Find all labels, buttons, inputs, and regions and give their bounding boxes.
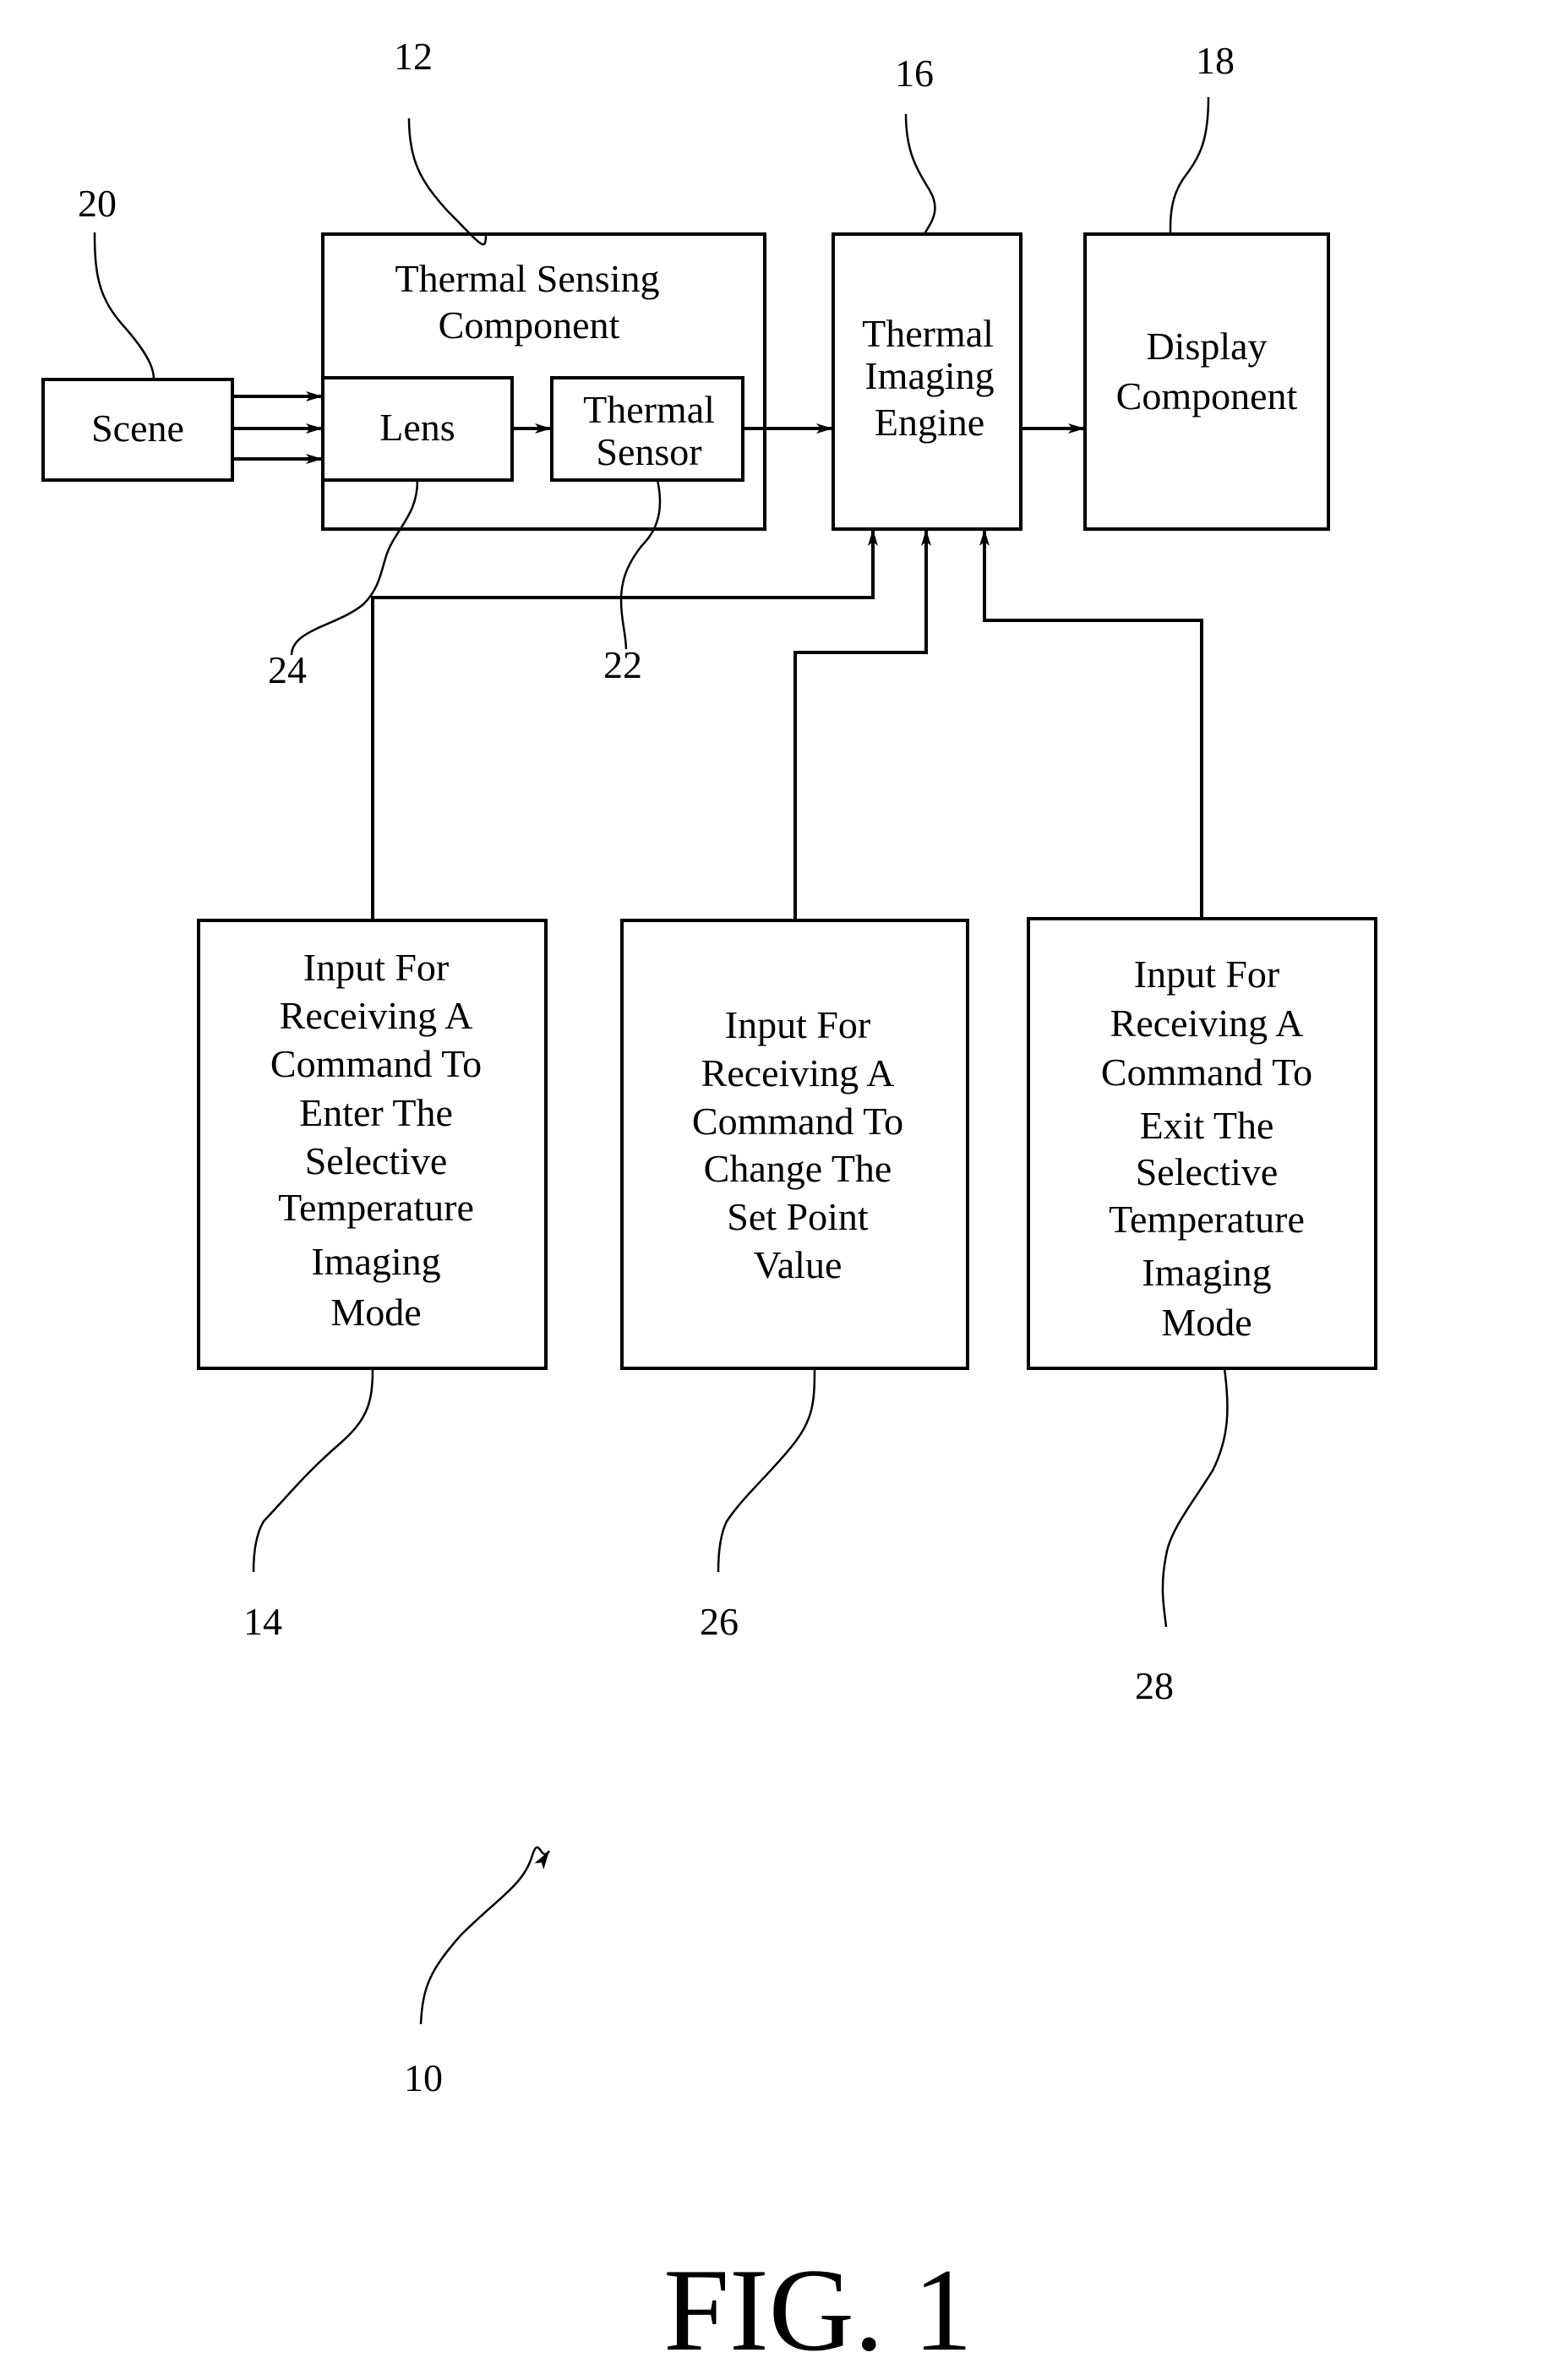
ref-16: 16 bbox=[895, 52, 934, 95]
thermal-sensor-label-line1: Thermal bbox=[583, 388, 715, 431]
input-enter-mode-block: Input For Receiving A Command To Enter T… bbox=[197, 919, 548, 1370]
thermal-imaging-engine-label-line2: Imaging bbox=[864, 354, 994, 397]
thermal-sensor-label-line2: Sensor bbox=[596, 430, 701, 473]
display-component-label-line1: Display bbox=[1146, 325, 1267, 368]
ref-26: 26 bbox=[700, 1600, 739, 1643]
lens-label: Lens bbox=[379, 406, 455, 449]
ref-12: 12 bbox=[394, 35, 433, 78]
input-change-set-point-block: Input For Receiving A Command To Change … bbox=[620, 919, 969, 1370]
input-exit-mode-line2: Receiving A bbox=[1110, 1002, 1304, 1045]
thermal-imaging-engine-block: Thermal Imaging Engine bbox=[832, 232, 1022, 531]
scene-label: Scene bbox=[91, 407, 184, 450]
leader-18 bbox=[1169, 96, 1210, 235]
input-change-set-point-line6: Value bbox=[754, 1243, 842, 1286]
scene-block: Scene bbox=[41, 378, 234, 482]
exit-mode-to-engine-arrow bbox=[979, 529, 1203, 919]
input-exit-mode-line7: Imaging bbox=[1142, 1251, 1271, 1294]
thermal-sensor-block: Thermal Sensor bbox=[550, 376, 744, 482]
leader-12 bbox=[407, 117, 488, 246]
input-exit-mode-line5: Selective bbox=[1136, 1150, 1279, 1193]
block-diagram: Scene Thermal Sensing Component Lens The… bbox=[41, 35, 1377, 2376]
ref-28: 28 bbox=[1135, 1664, 1174, 1707]
input-exit-mode-line4: Exit The bbox=[1140, 1104, 1274, 1147]
input-enter-mode-line2: Receiving A bbox=[280, 994, 473, 1037]
display-component-label-line2: Component bbox=[1116, 374, 1298, 418]
ref-24: 24 bbox=[268, 648, 307, 691]
leader-28 bbox=[1161, 1367, 1229, 1628]
input-enter-mode-line1: Input For bbox=[303, 946, 450, 989]
thermal-imaging-engine-label-line1: Thermal bbox=[862, 312, 994, 355]
set-point-to-engine-arrow bbox=[793, 529, 931, 920]
input-exit-mode-line3: Command To bbox=[1101, 1051, 1312, 1094]
figure-caption: FIG. 1 bbox=[663, 2245, 973, 2376]
thermal-imaging-engine-label-line3: Engine bbox=[875, 401, 984, 444]
input-enter-mode-line6: Temperature bbox=[278, 1186, 474, 1229]
display-component-block: Display Component bbox=[1083, 232, 1330, 531]
input-change-set-point-line4: Change The bbox=[704, 1147, 892, 1190]
input-exit-mode-line6: Temperature bbox=[1109, 1198, 1305, 1241]
system-ref-arrow bbox=[419, 1846, 551, 2025]
ref-14: 14 bbox=[243, 1600, 282, 1643]
ref-18: 18 bbox=[1196, 39, 1235, 82]
input-exit-mode-line1: Input For bbox=[1134, 953, 1280, 996]
leader-14 bbox=[252, 1367, 374, 1573]
ref-22: 22 bbox=[603, 643, 642, 686]
input-enter-mode-line5: Selective bbox=[305, 1139, 448, 1182]
input-change-set-point-line5: Set Point bbox=[727, 1195, 869, 1238]
input-enter-mode-line8: Mode bbox=[330, 1291, 421, 1334]
input-change-set-point-line3: Command To bbox=[692, 1100, 903, 1143]
leader-16 bbox=[904, 113, 936, 235]
thermal-sensing-component-label-line2: Component bbox=[439, 303, 620, 347]
input-exit-mode-line8: Mode bbox=[1161, 1301, 1251, 1344]
input-change-set-point-line2: Receiving A bbox=[701, 1051, 895, 1094]
input-enter-mode-line3: Command To bbox=[270, 1042, 482, 1085]
ref-20: 20 bbox=[78, 182, 117, 225]
lens-block: Lens bbox=[321, 376, 514, 482]
input-enter-mode-line7: Imaging bbox=[311, 1240, 440, 1283]
input-exit-mode-block: Input For Receiving A Command To Exit Th… bbox=[1027, 917, 1377, 1370]
input-change-set-point-line1: Input For bbox=[725, 1003, 871, 1046]
leader-26 bbox=[717, 1367, 816, 1573]
ref-10: 10 bbox=[404, 2056, 443, 2099]
leader-20 bbox=[93, 232, 155, 380]
thermal-sensing-component-label-line1: Thermal Sensing bbox=[395, 257, 660, 300]
input-enter-mode-line4: Enter The bbox=[299, 1091, 453, 1134]
